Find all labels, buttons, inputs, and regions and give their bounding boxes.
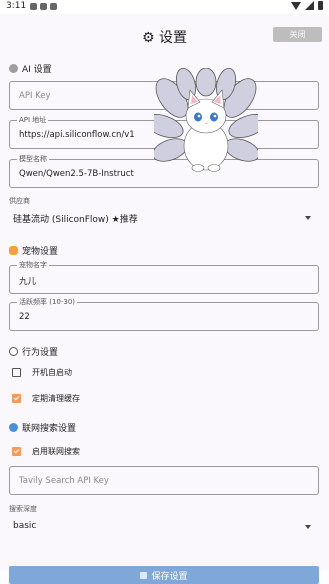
notification-icon — [30, 3, 37, 10]
fox-icon — [9, 246, 18, 255]
pet-name-value: 九儿 — [19, 277, 37, 287]
close-button[interactable]: 关闭 — [273, 27, 322, 42]
api-address-value: https://api.siliconflow.cn/v1 — [19, 130, 135, 140]
search-section-label: 联网搜索设置 — [22, 424, 77, 434]
dropdown-arrow-icon[interactable] — [305, 216, 311, 220]
behavior-section-label: 行为设置 — [22, 348, 59, 358]
autostart-label: 开机自启动 — [32, 368, 72, 377]
depth-select[interactable]: basic — [13, 521, 36, 531]
search-section-title: 联网搜索设置 — [9, 421, 76, 434]
notification-icons — [30, 1, 57, 10]
wifi-icon — [291, 1, 301, 10]
system-icons — [291, 1, 323, 10]
behavior-section-title: 行为设置 — [9, 345, 58, 358]
enable-search-label: 启用联网搜索 — [32, 447, 80, 456]
app-screen: 3:11 ⚙ 设置 关闭 AI 设置 API Key API 地址 https:… — [0, 0, 329, 584]
enable-search-checkbox[interactable] — [12, 447, 21, 456]
pet-name-field[interactable]: 宠物名字 九儿 — [9, 260, 319, 294]
pet-name-label: 宠物名字 — [17, 260, 49, 270]
dropdown-arrow-icon[interactable] — [305, 525, 311, 529]
notification-icon — [50, 3, 57, 10]
pet-section-label: 宠物设置 — [22, 247, 59, 257]
activity-field[interactable]: 活跃频率 (10-30) 22 — [9, 297, 319, 331]
status-bar: 3:11 — [0, 0, 329, 14]
ai-section-label: AI 设置 — [22, 65, 52, 75]
provider-label: 供应商 — [9, 197, 30, 205]
robot-icon — [9, 64, 18, 73]
enable-search-row[interactable]: 启用联网搜索 — [12, 446, 80, 457]
pet-section-title: 宠物设置 — [9, 244, 58, 257]
clean-cache-label: 定期清理缓存 — [32, 394, 80, 403]
depth-label: 搜索深度 — [9, 505, 37, 513]
fox-pet-mascot[interactable] — [154, 68, 258, 176]
api-address-label: API 地址 — [17, 115, 49, 125]
save-label: 保存设置 — [151, 571, 188, 582]
model-name-label: 模型名称 — [17, 154, 49, 164]
globe-icon — [9, 423, 18, 432]
tavily-key-field[interactable]: Tavily Search API Key — [9, 466, 319, 495]
header: ⚙ 设置 关闭 — [0, 14, 329, 54]
battery-icon — [318, 1, 323, 10]
clean-cache-row[interactable]: 定期清理缓存 — [12, 393, 80, 404]
save-button[interactable]: 保存设置 — [9, 566, 319, 584]
api-key-placeholder: API Key — [19, 91, 51, 101]
clean-cache-checkbox[interactable] — [12, 394, 21, 403]
activity-label: 活跃频率 (10-30) — [17, 297, 78, 307]
signal-icon — [305, 1, 314, 10]
notification-icon — [40, 3, 47, 10]
activity-value: 22 — [19, 312, 30, 322]
autostart-checkbox[interactable] — [12, 368, 21, 377]
tavily-key-placeholder: Tavily Search API Key — [19, 476, 109, 486]
provider-select[interactable]: 硅基流动 (SiliconFlow) ★推荐 — [13, 212, 138, 225]
status-time: 3:11 — [6, 1, 27, 11]
model-name-value: Qwen/Qwen2.5-7B-Instruct — [19, 169, 134, 179]
gear-icon — [9, 347, 18, 356]
save-icon — [140, 571, 148, 579]
autostart-row[interactable]: 开机自启动 — [12, 367, 72, 378]
ai-section-title: AI 设置 — [9, 62, 52, 75]
